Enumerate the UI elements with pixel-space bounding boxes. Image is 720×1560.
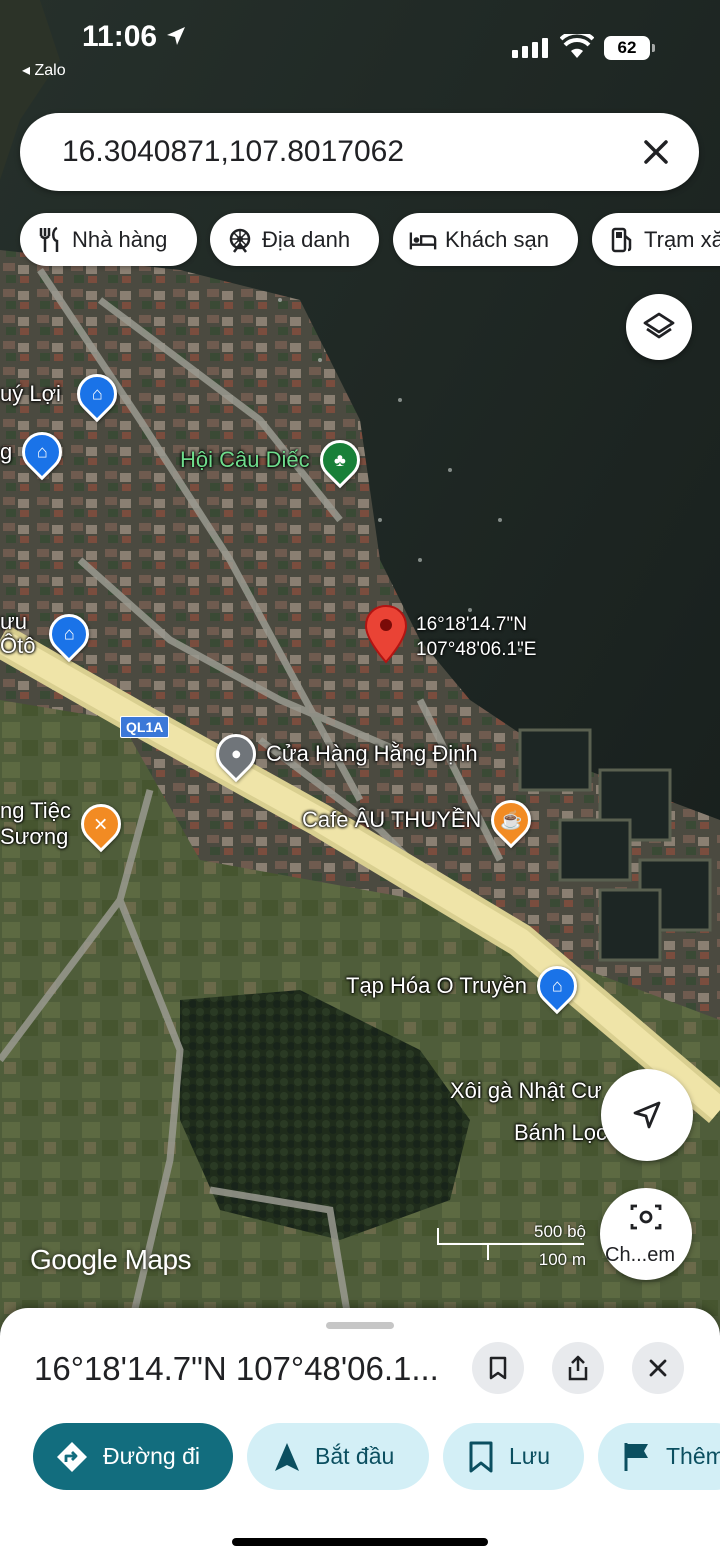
search-bar[interactable]: 16.3040871,107.8017062 xyxy=(20,113,699,191)
poi-shop-uy-loi[interactable]: uý Lợi ⌂ xyxy=(0,365,126,423)
cafe-icon: ☕ xyxy=(483,791,540,849)
poi-label: Tạp Hóa O Truyền xyxy=(346,973,527,998)
road-shield-ql1a: QL1A xyxy=(120,716,170,738)
scale-bar xyxy=(437,1228,584,1260)
cellular-signal-icon xyxy=(512,38,548,58)
pin-longitude: 107°48'06.1"E xyxy=(416,639,537,660)
directions-icon xyxy=(55,1440,89,1474)
restaurant-icon xyxy=(36,226,64,254)
place-bottom-sheet[interactable]: 16°18'14.7"N 107°48'06.1... Đường đi Bắt… xyxy=(0,1308,720,1560)
search-input[interactable]: 16.3040871,107.8017062 xyxy=(62,135,404,169)
back-to-app-link[interactable]: ◂ Zalo xyxy=(22,60,66,80)
pin-latitude: 16°18'14.7"N xyxy=(416,614,527,635)
start-navigation-button[interactable]: Bắt đầu xyxy=(247,1423,429,1490)
poi-label: uý Lợi xyxy=(0,381,61,406)
shopping-bag-icon: ⌂ xyxy=(68,365,126,423)
share-icon xyxy=(568,1355,588,1381)
action-label: Thêm xyxy=(666,1443,720,1469)
layers-icon xyxy=(643,312,675,339)
poi-label: Cửa Hàng Hằng Định xyxy=(266,741,478,766)
poi-cafe-au-thuyen[interactable]: Cafe ÂU THUYỀN ☕ xyxy=(302,791,540,849)
shopping-bag-icon: ⌂ xyxy=(528,957,586,1015)
restaurant-icon: ✕ xyxy=(72,795,130,853)
close-icon[interactable] xyxy=(637,133,675,171)
battery-indicator: 62 xyxy=(604,36,650,60)
status-time: 11:06 xyxy=(82,20,158,53)
status-bar: 11:06 ◂ Zalo 62 xyxy=(0,0,720,90)
poi-label: ng Tiệc Sương xyxy=(0,798,71,849)
share-button[interactable] xyxy=(552,1342,604,1394)
poi-oto[interactable]: ưu Ôtô ⌂ xyxy=(0,605,98,663)
poi-tap-hoa-o-truyen[interactable]: Tạp Hóa O Truyền ⌂ xyxy=(346,957,586,1015)
landmark-icon xyxy=(226,226,254,254)
poi-cua-hang-hang-dinh[interactable]: ● Cửa Hàng Hằng Định xyxy=(207,725,478,783)
action-label: Lưu xyxy=(509,1443,550,1469)
gas-station-icon xyxy=(608,226,636,254)
navigation-arrow-icon xyxy=(633,1101,661,1129)
place-title: 16°18'14.7"N 107°48'06.1... xyxy=(34,1350,439,1387)
chip-landmarks[interactable]: Địa danh xyxy=(210,213,379,266)
battery-tip xyxy=(652,44,655,52)
poi-shop-g[interactable]: g ⌂ xyxy=(0,423,71,481)
dropped-pin-icon[interactable] xyxy=(364,604,408,666)
poi-label: g xyxy=(0,439,13,464)
save-bookmark-button[interactable] xyxy=(472,1342,524,1394)
poi-label: Bánh Lọc xyxy=(514,1120,607,1145)
lens-button-label: Ch...em xyxy=(605,1244,676,1266)
poi-tiec-suong[interactable]: ng Tiệc Sương ✕ xyxy=(0,795,130,853)
camera-search-icon xyxy=(630,1204,662,1230)
poi-label: Hội Câu Diếc xyxy=(180,447,310,472)
hotel-icon xyxy=(409,226,437,254)
chip-gas-stations[interactable]: Trạm xă xyxy=(592,213,720,266)
poi-label: ưu Ôtô xyxy=(0,609,36,658)
poi-banh-loc[interactable]: Bánh Lọc xyxy=(514,1120,607,1146)
poi-label: Xôi gà Nhật Cư xyxy=(450,1078,602,1103)
save-button[interactable]: Lưu xyxy=(443,1423,584,1490)
home-indicator[interactable] xyxy=(232,1538,488,1546)
chip-label: Trạm xă xyxy=(644,226,720,252)
chip-label: Khách sạn xyxy=(445,226,549,252)
shopping-bag-icon: ⌂ xyxy=(13,423,71,481)
chip-label: Địa danh xyxy=(262,226,351,252)
navigation-icon xyxy=(273,1441,301,1473)
layers-button[interactable] xyxy=(626,294,692,360)
sheet-drag-handle[interactable] xyxy=(326,1322,394,1329)
park-icon: ♣ xyxy=(311,431,368,489)
place-dot-icon: ● xyxy=(207,725,265,783)
chip-hotels[interactable]: Khách sạn xyxy=(393,213,578,266)
dropped-pin-coordinates: 16°18'14.7"N 107°48'06.1"E xyxy=(416,612,536,662)
more-button[interactable]: Thêm xyxy=(598,1423,720,1490)
directions-button[interactable]: Đường đi xyxy=(33,1423,233,1490)
map-scale: 500 bộ 100 m xyxy=(436,1222,586,1272)
google-maps-logo: Google Maps xyxy=(30,1244,192,1275)
wifi-icon xyxy=(560,34,594,58)
poi-hoi-cau-diec[interactable]: Hội Câu Diếc ♣ xyxy=(180,431,368,489)
close-icon xyxy=(649,1359,667,1377)
chip-restaurants[interactable]: Nhà hàng xyxy=(20,213,197,266)
chip-label: Nhà hàng xyxy=(72,226,168,252)
action-label: Bắt đầu xyxy=(315,1443,395,1469)
poi-label: Cafe ÂU THUYỀN xyxy=(302,807,482,832)
location-arrow-icon xyxy=(167,27,185,45)
action-label: Đường đi xyxy=(103,1443,200,1469)
bookmark-icon xyxy=(489,1356,507,1380)
flag-icon xyxy=(622,1441,652,1473)
close-sheet-button[interactable] xyxy=(632,1342,684,1394)
bookmark-icon xyxy=(467,1441,495,1473)
my-location-button[interactable] xyxy=(601,1069,693,1161)
shopping-bag-icon: ⌂ xyxy=(41,605,98,663)
poi-xoi-ga[interactable]: Xôi gà Nhật Cư xyxy=(450,1078,602,1104)
